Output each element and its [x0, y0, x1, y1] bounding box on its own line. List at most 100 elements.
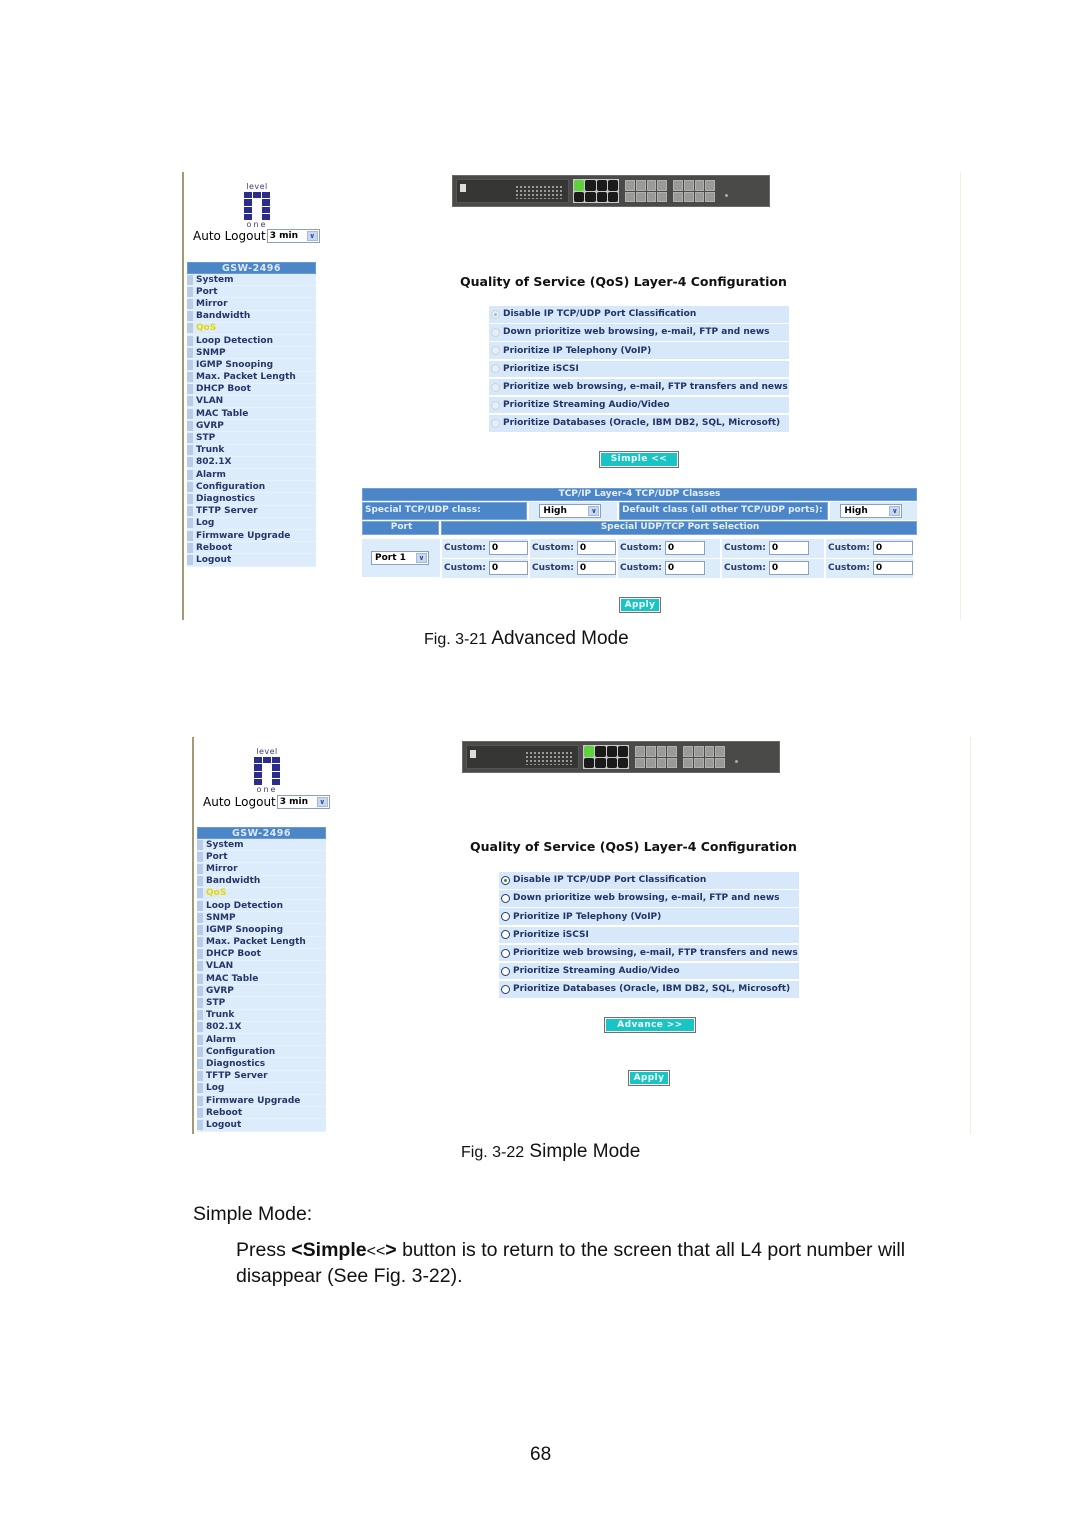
radio-button[interactable] — [491, 346, 500, 356]
radio-button[interactable] — [501, 984, 510, 994]
sidebar-item-label: Trunk — [196, 445, 225, 456]
sidebar-item-firmware-upgrade[interactable]: Firmware Upgrade — [187, 529, 316, 543]
sidebar-item-vlan[interactable]: VLAN — [197, 960, 326, 974]
radio-button[interactable] — [501, 875, 510, 885]
custom-port-input[interactable]: 0 — [488, 561, 528, 576]
sidebar-item-bandwidth[interactable]: Bandwidth — [187, 310, 316, 323]
custom-port-input[interactable]: 0 — [872, 541, 913, 556]
sidebar-item-mac-table[interactable]: MAC Table — [197, 973, 326, 986]
sidebar-item-diagnostics[interactable]: Diagnostics — [187, 493, 316, 506]
radio-button[interactable] — [501, 948, 510, 958]
sidebar-item-mac-table[interactable]: MAC Table — [187, 408, 316, 421]
qos-option[interactable]: Down prioritize web browsing, e-mail, FT… — [489, 324, 789, 341]
custom-port-input[interactable]: 0 — [576, 561, 616, 576]
advance-mode-button[interactable]: Advance >> — [604, 1017, 696, 1033]
sidebar-item-firmware-upgrade[interactable]: Firmware Upgrade — [197, 1094, 326, 1108]
sidebar-item-alarm[interactable]: Alarm — [197, 1034, 326, 1047]
sidebar-item-log[interactable]: Log — [187, 517, 316, 530]
sidebar-item-802-1x[interactable]: 802.1X — [197, 1021, 326, 1034]
sidebar-item-snmp[interactable]: SNMP — [197, 912, 326, 925]
radio-button[interactable] — [491, 400, 500, 410]
custom-port-input[interactable]: 0 — [768, 561, 809, 576]
sidebar-item-802-1x[interactable]: 802.1X — [187, 456, 316, 469]
sidebar-item-configuration[interactable]: Configuration — [187, 481, 316, 494]
sidebar-item-loop-detection[interactable]: Loop Detection — [187, 334, 316, 348]
sidebar-item-igmp-snooping[interactable]: IGMP Snooping — [187, 359, 316, 372]
custom-port-input[interactable]: 0 — [768, 541, 809, 556]
sidebar-item-tftp-server[interactable]: TFTP Server — [187, 505, 316, 518]
sidebar-item-dhcp-boot[interactable]: DHCP Boot — [197, 948, 326, 961]
sidebar-item-loop-detection[interactable]: Loop Detection — [197, 899, 326, 913]
sidebar-item-tftp-server[interactable]: TFTP Server — [197, 1070, 326, 1083]
custom-port-input[interactable]: 0 — [488, 541, 528, 556]
auto-logout-select[interactable]: 3 min ∨ — [276, 795, 330, 809]
sidebar-item-max-packet-length[interactable]: Max. Packet Length — [197, 936, 326, 949]
sidebar-item-system[interactable]: System — [187, 274, 316, 287]
sidebar-item-trunk[interactable]: Trunk — [187, 444, 316, 457]
auto-logout-select[interactable]: 3 min ∨ — [266, 229, 320, 243]
sidebar-item-reboot[interactable]: Reboot — [187, 542, 316, 555]
custom-port-input[interactable]: 0 — [664, 541, 705, 556]
radio-button[interactable] — [491, 327, 500, 337]
sidebar-item-vlan[interactable]: VLAN — [187, 395, 316, 409]
sidebar-item-diagnostics[interactable]: Diagnostics — [197, 1058, 326, 1071]
nav-bullet-icon — [187, 530, 193, 541]
qos-option[interactable]: Prioritize iSCSI — [489, 360, 789, 378]
default-class-select[interactable]: High ∨ — [840, 504, 903, 518]
radio-button[interactable] — [501, 912, 510, 922]
custom-port-input[interactable]: 0 — [872, 561, 913, 576]
qos-option[interactable]: Prioritize web browsing, e-mail, FTP tra… — [499, 944, 799, 962]
radio-button[interactable] — [491, 309, 500, 319]
qos-option[interactable]: Prioritize IP Telephony (VoIP) — [499, 908, 799, 925]
sidebar-item-mirror[interactable]: Mirror — [197, 863, 326, 876]
sidebar-item-port[interactable]: Port — [187, 286, 316, 299]
radio-button[interactable] — [491, 382, 500, 392]
qos-option[interactable]: Disable IP TCP/UDP Port Classification — [489, 306, 789, 323]
sidebar-item-logout[interactable]: Logout — [187, 554, 316, 567]
sidebar-item-qos[interactable]: QoS — [197, 887, 326, 900]
sidebar-item-gvrp[interactable]: GVRP — [197, 985, 326, 998]
radio-button[interactable] — [501, 966, 510, 976]
sidebar-item-log[interactable]: Log — [197, 1082, 326, 1095]
qos-option[interactable]: Disable IP TCP/UDP Port Classification — [499, 872, 799, 889]
sidebar-item-snmp[interactable]: SNMP — [187, 347, 316, 360]
qos-option[interactable]: Prioritize Databases (Oracle, IBM DB2, S… — [489, 415, 789, 432]
sidebar-item-igmp-snooping[interactable]: IGMP Snooping — [197, 924, 326, 937]
sidebar-item-stp[interactable]: STP — [197, 997, 326, 1010]
sidebar-item-reboot[interactable]: Reboot — [197, 1107, 326, 1120]
sidebar-item-max-packet-length[interactable]: Max. Packet Length — [187, 371, 316, 384]
sidebar-item-dhcp-boot[interactable]: DHCP Boot — [187, 383, 316, 396]
special-class-select[interactable]: High ∨ — [539, 504, 602, 518]
sidebar-item-trunk[interactable]: Trunk — [197, 1009, 326, 1022]
qos-option[interactable]: Prioritize Databases (Oracle, IBM DB2, S… — [499, 981, 799, 998]
apply-button[interactable]: Apply — [619, 597, 661, 613]
simple-mode-button[interactable]: Simple << — [599, 451, 679, 468]
sidebar-item-label: STP — [196, 433, 216, 444]
qos-option[interactable]: Prioritize web browsing, e-mail, FTP tra… — [489, 378, 789, 396]
sidebar-item-port[interactable]: Port — [197, 851, 326, 864]
qos-option[interactable]: Prioritize Streaming Audio/Video — [489, 396, 789, 414]
radio-button[interactable] — [491, 364, 500, 374]
port-select[interactable]: Port 1 ∨ — [371, 551, 429, 565]
custom-port-input[interactable]: 0 — [664, 561, 705, 576]
sidebar-item-mirror[interactable]: Mirror — [187, 298, 316, 311]
sidebar-item-stp[interactable]: STP — [187, 432, 316, 445]
sidebar-item-configuration[interactable]: Configuration — [197, 1046, 326, 1059]
sidebar-item-qos[interactable]: QoS — [187, 322, 316, 335]
apply-button[interactable]: Apply — [628, 1070, 670, 1086]
qos-options: Disable IP TCP/UDP Port Classification Do… — [489, 306, 789, 433]
radio-button[interactable] — [501, 893, 510, 903]
qos-option[interactable]: Prioritize IP Telephony (VoIP) — [489, 342, 789, 359]
sidebar-item-alarm[interactable]: Alarm — [187, 469, 316, 482]
custom-cell: Custom: 0 — [530, 539, 616, 558]
qos-option[interactable]: Prioritize Streaming Audio/Video — [499, 962, 799, 980]
qos-option[interactable]: Prioritize iSCSI — [499, 926, 799, 944]
sidebar-item-bandwidth[interactable]: Bandwidth — [197, 875, 326, 888]
qos-option[interactable]: Down prioritize web browsing, e-mail, FT… — [499, 890, 799, 907]
sidebar-item-gvrp[interactable]: GVRP — [187, 420, 316, 433]
custom-port-input[interactable]: 0 — [576, 541, 616, 556]
sidebar-item-logout[interactable]: Logout — [197, 1119, 326, 1132]
radio-button[interactable] — [491, 418, 500, 428]
radio-button[interactable] — [501, 930, 510, 940]
sidebar-item-system[interactable]: System — [197, 839, 326, 852]
